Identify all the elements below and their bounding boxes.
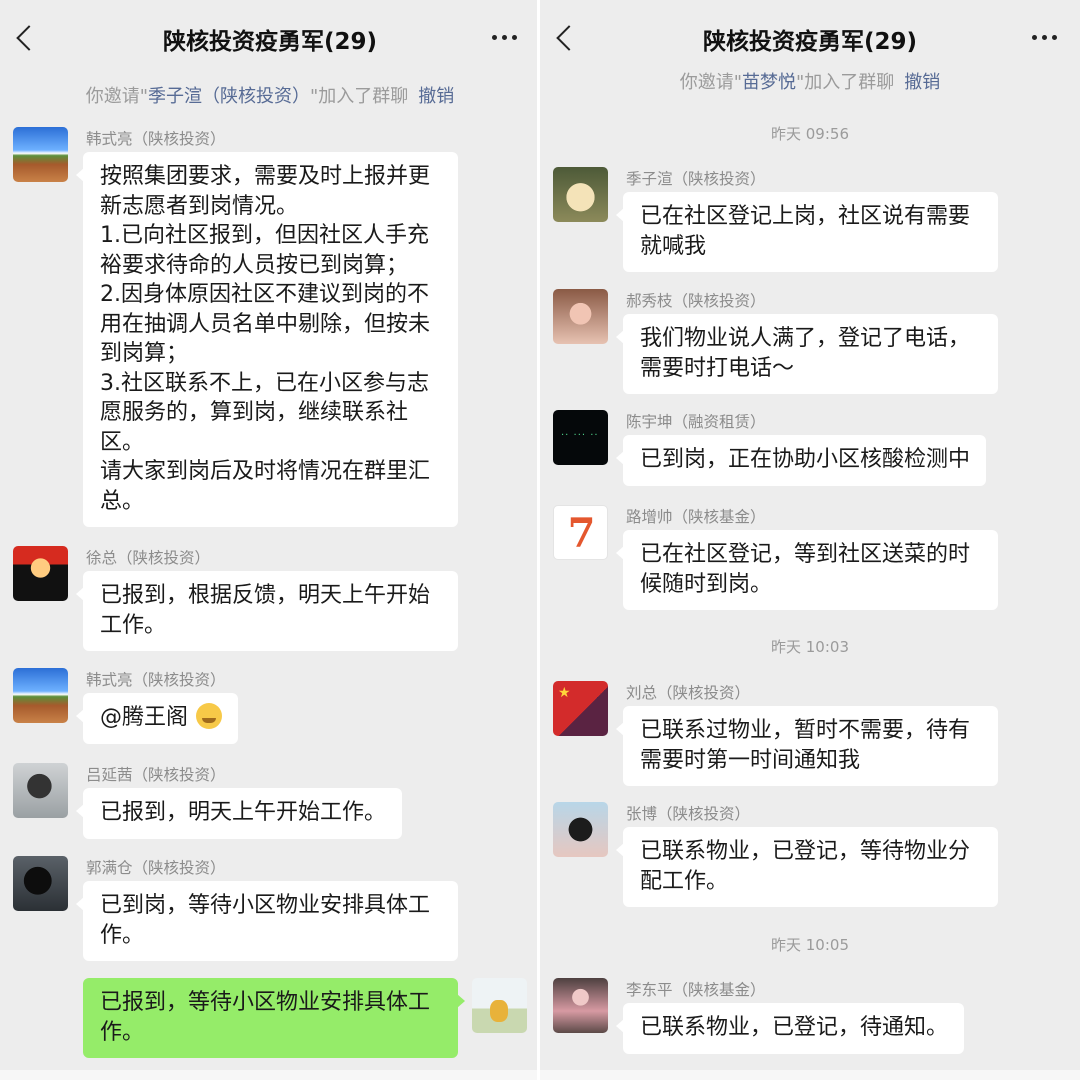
message-bubble[interactable]: @腾王阁 bbox=[75, 693, 239, 744]
sender-name: 徐总（陕核投资） bbox=[86, 549, 211, 567]
group-title: 陕核投资疫勇军(29) bbox=[702, 29, 918, 55]
input-bar-edge bbox=[0, 1070, 540, 1080]
message-bubble[interactable]: 已报到，根据反馈，明天上午开始 工作。 bbox=[76, 571, 458, 651]
message-bubble[interactable]: 已报到，明天上午开始工作。 bbox=[75, 788, 403, 839]
timestamp: 昨天 10:03 bbox=[771, 638, 849, 656]
sender-name: 吕延茜（陕核投资） bbox=[86, 766, 226, 784]
undo-invite-link[interactable]: 撤销 bbox=[904, 72, 940, 93]
invite-prefix: 你邀请" bbox=[85, 86, 148, 107]
mention-text: @腾王阁 bbox=[100, 705, 189, 730]
cat-avatar[interactable] bbox=[553, 167, 608, 222]
message-bubble[interactable]: 已在社区登记，等到社区送菜的时 候随时到岗。 bbox=[616, 530, 998, 610]
man-avatar[interactable] bbox=[13, 763, 68, 818]
girl-avatar[interactable] bbox=[553, 289, 608, 344]
message-bubble[interactable]: 已在社区登记上岗，社区说有需要 就喊我 bbox=[616, 192, 998, 272]
message-bubble[interactable]: 已到岗，等待小区物业安排具体工 作。 bbox=[76, 881, 458, 961]
message-bubble[interactable]: 已到岗，正在协助小区核酸检测中 bbox=[615, 435, 987, 486]
message-bubble[interactable]: 我们物业说人满了，登记了电话， 需要时打电话～ bbox=[616, 314, 998, 394]
prince-avatar[interactable] bbox=[472, 978, 527, 1033]
sender-name: 刘总（陕核投资） bbox=[626, 684, 751, 702]
chat-header: 陕核投资疫勇军(29) bbox=[0, 0, 540, 76]
invited-member-link[interactable]: 苗梦悦 bbox=[742, 72, 796, 93]
mask-avatar[interactable] bbox=[553, 802, 608, 857]
silhouette-avatar[interactable] bbox=[13, 856, 68, 911]
left-chat-window: 陕核投资疫勇军(29) 你邀请"季子渲（陕核投资）"加入了群聊 撤销 韩式亮（陕核… bbox=[0, 0, 540, 1080]
invited-member-link[interactable]: 季子渲（陕核投资） bbox=[148, 86, 310, 107]
sender-name: 季子渲（陕核投资） bbox=[626, 170, 766, 188]
sender-name: 韩式亮（陕核投资） bbox=[86, 671, 226, 689]
message-bubble[interactable]: 已联系过物业，暂时不需要，待有 需要时第一时间通知我 bbox=[616, 706, 998, 786]
shush-emoji-icon bbox=[196, 703, 223, 729]
sender-name: 郝秀枝（陕核投资） bbox=[626, 292, 766, 310]
timestamp: 昨天 09:56 bbox=[771, 125, 849, 143]
dancer-avatar[interactable] bbox=[553, 978, 608, 1033]
invite-prefix: 你邀请" bbox=[679, 72, 742, 93]
sender-name: 李东平（陕核基金） bbox=[626, 981, 766, 999]
sender-name: 陈宇坤（融资租赁） bbox=[626, 413, 766, 431]
landscape-avatar[interactable] bbox=[13, 668, 68, 723]
self-message-bubble[interactable]: 已报到，等待小区物业安排具体工 作。 bbox=[83, 978, 465, 1058]
chat-header: 陕核投资疫勇军(29) bbox=[540, 0, 1080, 76]
more-options-icon[interactable] bbox=[1032, 35, 1060, 43]
mario-avatar[interactable] bbox=[13, 546, 68, 601]
more-options-icon[interactable] bbox=[492, 35, 520, 43]
input-bar-edge bbox=[540, 1070, 1080, 1080]
message-bubble[interactable]: 已联系物业，已登记，待通知。 bbox=[615, 1003, 965, 1054]
flag-avatar[interactable] bbox=[553, 681, 608, 736]
landscape-avatar[interactable] bbox=[13, 127, 68, 182]
sender-name: 路增帅（陕核基金） bbox=[626, 508, 766, 526]
seven-avatar-glyph: 7 bbox=[567, 510, 596, 557]
invite-notice: 你邀请"季子渲（陕核投资）"加入了群聊 撤销 bbox=[0, 82, 540, 108]
message-bubble[interactable]: 已联系物业，已登记，等待物业分 配工作。 bbox=[616, 827, 998, 907]
invite-suffix: "加入了群聊 bbox=[310, 86, 409, 107]
group-title: 陕核投资疫勇军(29) bbox=[162, 29, 378, 55]
invite-notice: 你邀请"苗梦悦"加入了群聊 撤销 bbox=[540, 68, 1080, 94]
chat-screenshots: 陕核投资疫勇军(29) 你邀请"季子渲（陕核投资）"加入了群聊 撤销 韩式亮（陕核… bbox=[0, 0, 1080, 1080]
right-chat-window: 陕核投资疫勇军(29) 你邀请"苗梦悦"加入了群聊 撤销 昨天 09:56 季子渲… bbox=[540, 0, 1080, 1080]
undo-invite-link[interactable]: 撤销 bbox=[418, 86, 454, 107]
sender-name: 韩式亮（陕核投资） bbox=[86, 130, 226, 148]
invite-suffix: "加入了群聊 bbox=[796, 72, 895, 93]
sender-name: 郭满仓（陕核投资） bbox=[86, 859, 226, 877]
dark-avatar[interactable] bbox=[553, 410, 608, 465]
timestamp: 昨天 10:05 bbox=[771, 936, 849, 954]
message-bubble[interactable]: 按照集团要求，需要及时上报并更 新志愿者到岗情况。 1.已向社区报到，但因社区人… bbox=[76, 152, 458, 527]
sender-name: 张博（陕核投资） bbox=[626, 805, 751, 823]
seven-avatar[interactable]: 7 bbox=[553, 505, 608, 560]
